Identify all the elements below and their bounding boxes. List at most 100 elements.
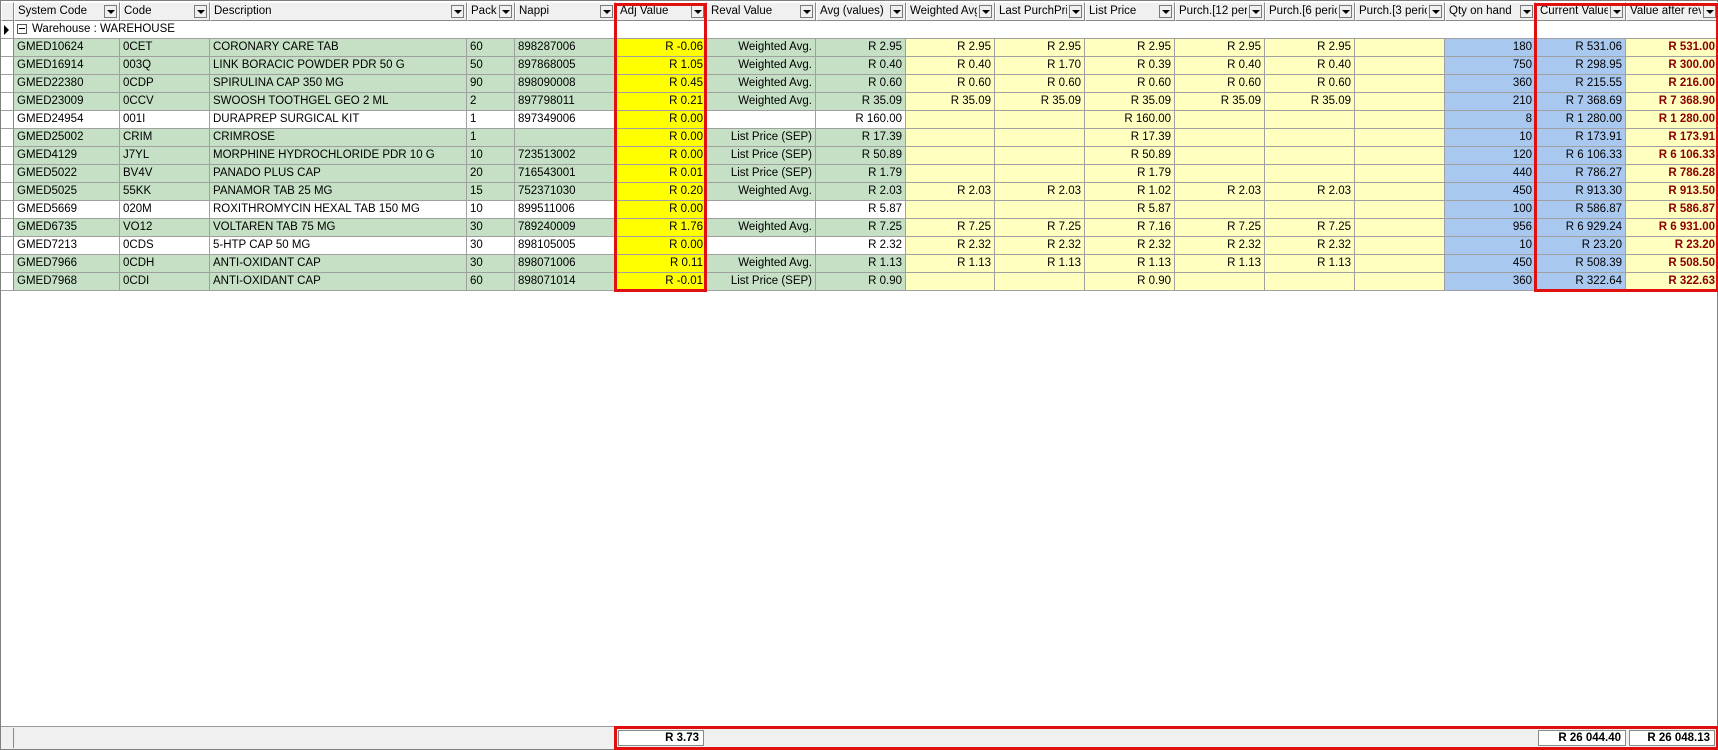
cell-purch-12[interactable]: R 0.40 bbox=[1175, 57, 1265, 75]
cell-purch-3[interactable] bbox=[1355, 219, 1445, 237]
cell-last-purch-price[interactable]: R 2.03 bbox=[995, 183, 1085, 201]
cell-weighted-avg[interactable]: R 0.60 bbox=[906, 75, 995, 93]
filter-dropdown-icon[interactable] bbox=[1520, 5, 1533, 18]
cell-reval-value[interactable]: Weighted Avg. bbox=[707, 255, 816, 273]
cell-last-purch-price[interactable]: R 1.13 bbox=[995, 255, 1085, 273]
filter-dropdown-icon[interactable] bbox=[800, 5, 813, 18]
row-selector[interactable] bbox=[1, 57, 14, 75]
cell-description[interactable]: LINK BORACIC POWDER PDR 50 G bbox=[210, 57, 467, 75]
cell-purch-12[interactable]: R 2.95 bbox=[1175, 39, 1265, 57]
cell-list-price[interactable]: R 7.16 bbox=[1085, 219, 1175, 237]
cell-reval-value[interactable]: Weighted Avg. bbox=[707, 219, 816, 237]
row-selector[interactable] bbox=[1, 201, 14, 219]
column-header-packs[interactable]: Packs bbox=[467, 2, 515, 21]
column-header-description[interactable]: Description bbox=[210, 2, 467, 21]
cell-nappi[interactable]: 898287006 bbox=[515, 39, 616, 57]
cell-list-price[interactable]: R 1.02 bbox=[1085, 183, 1175, 201]
cell-packs[interactable]: 30 bbox=[467, 237, 515, 255]
cell-code[interactable]: J7YL bbox=[120, 147, 210, 165]
cell-avg-values[interactable]: R 0.40 bbox=[816, 57, 906, 75]
cell-purch-3[interactable] bbox=[1355, 165, 1445, 183]
cell-nappi[interactable]: 898105005 bbox=[515, 237, 616, 255]
cell-packs[interactable]: 2 bbox=[467, 93, 515, 111]
cell-nappi[interactable]: 897349006 bbox=[515, 111, 616, 129]
cell-packs[interactable]: 30 bbox=[467, 219, 515, 237]
filter-dropdown-icon[interactable] bbox=[691, 5, 704, 18]
cell-list-price[interactable]: R 50.89 bbox=[1085, 147, 1175, 165]
table-row[interactable]: GMED25002 CRIM CRIMROSE 1 R 0.00 List Price (… bbox=[1, 129, 1718, 147]
cell-avg-values[interactable]: R 35.09 bbox=[816, 93, 906, 111]
cell-weighted-avg[interactable]: R 7.25 bbox=[906, 219, 995, 237]
cell-code[interactable]: 0CDH bbox=[120, 255, 210, 273]
cell-purch-12[interactable] bbox=[1175, 273, 1265, 291]
cell-value-after-reval[interactable]: R 7 368.90 bbox=[1626, 93, 1718, 111]
cell-avg-values[interactable]: R 1.13 bbox=[816, 255, 906, 273]
cell-adj-value[interactable]: R 0.00 bbox=[616, 237, 707, 255]
filter-dropdown-icon[interactable] bbox=[979, 5, 992, 18]
cell-qty-on-hand[interactable]: 956 bbox=[1445, 219, 1536, 237]
cell-last-purch-price[interactable] bbox=[995, 201, 1085, 219]
cell-adj-value[interactable]: R 0.20 bbox=[616, 183, 707, 201]
cell-purch-3[interactable] bbox=[1355, 75, 1445, 93]
cell-last-purch-price[interactable]: R 7.25 bbox=[995, 219, 1085, 237]
cell-last-purch-price[interactable] bbox=[995, 129, 1085, 147]
cell-purch-12[interactable]: R 2.03 bbox=[1175, 183, 1265, 201]
cell-weighted-avg[interactable]: R 2.03 bbox=[906, 183, 995, 201]
row-selector[interactable] bbox=[1, 183, 14, 201]
cell-qty-on-hand[interactable]: 360 bbox=[1445, 75, 1536, 93]
cell-packs[interactable]: 90 bbox=[467, 75, 515, 93]
cell-reval-value[interactable]: List Price (SEP) bbox=[707, 273, 816, 291]
cell-avg-values[interactable]: R 5.87 bbox=[816, 201, 906, 219]
cell-avg-values[interactable]: R 160.00 bbox=[816, 111, 906, 129]
cell-packs[interactable]: 1 bbox=[467, 111, 515, 129]
cell-description[interactable]: ANTI-OXIDANT CAP bbox=[210, 273, 467, 291]
cell-purch-6[interactable] bbox=[1265, 111, 1355, 129]
cell-nappi[interactable]: 897798011 bbox=[515, 93, 616, 111]
cell-purch-3[interactable] bbox=[1355, 255, 1445, 273]
cell-current-value[interactable]: R 913.30 bbox=[1536, 183, 1626, 201]
cell-list-price[interactable]: R 5.87 bbox=[1085, 201, 1175, 219]
filter-dropdown-icon[interactable] bbox=[1249, 5, 1262, 18]
cell-system-code[interactable]: GMED5022 bbox=[14, 165, 120, 183]
cell-qty-on-hand[interactable]: 450 bbox=[1445, 255, 1536, 273]
cell-purch-12[interactable] bbox=[1175, 147, 1265, 165]
cell-purch-3[interactable] bbox=[1355, 273, 1445, 291]
cell-avg-values[interactable]: R 2.03 bbox=[816, 183, 906, 201]
cell-purch-12[interactable]: R 1.13 bbox=[1175, 255, 1265, 273]
cell-purch-6[interactable] bbox=[1265, 165, 1355, 183]
cell-purch-3[interactable] bbox=[1355, 111, 1445, 129]
cell-list-price[interactable]: R 160.00 bbox=[1085, 111, 1175, 129]
cell-purch-6[interactable]: R 7.25 bbox=[1265, 219, 1355, 237]
cell-nappi[interactable]: 897868005 bbox=[515, 57, 616, 75]
cell-code[interactable]: 020M bbox=[120, 201, 210, 219]
cell-description[interactable]: PANADO PLUS CAP bbox=[210, 165, 467, 183]
cell-weighted-avg[interactable]: R 2.95 bbox=[906, 39, 995, 57]
cell-current-value[interactable]: R 6 929.24 bbox=[1536, 219, 1626, 237]
cell-list-price[interactable]: R 1.79 bbox=[1085, 165, 1175, 183]
cell-system-code[interactable]: GMED5669 bbox=[14, 201, 120, 219]
cell-purch-12[interactable] bbox=[1175, 111, 1265, 129]
column-header-nappi[interactable]: Nappi bbox=[515, 2, 616, 21]
cell-description[interactable]: SWOOSH TOOTHGEL GEO 2 ML bbox=[210, 93, 467, 111]
cell-value-after-reval[interactable]: R 913.50 bbox=[1626, 183, 1718, 201]
cell-last-purch-price[interactable]: R 1.70 bbox=[995, 57, 1085, 75]
cell-reval-value[interactable] bbox=[707, 201, 816, 219]
cell-value-after-reval[interactable]: R 531.00 bbox=[1626, 39, 1718, 57]
cell-list-price[interactable]: R 0.39 bbox=[1085, 57, 1175, 75]
cell-value-after-reval[interactable]: R 173.91 bbox=[1626, 129, 1718, 147]
cell-purch-3[interactable] bbox=[1355, 147, 1445, 165]
cell-avg-values[interactable]: R 50.89 bbox=[816, 147, 906, 165]
table-row[interactable]: GMED7966 0CDH ANTI-OXIDANT CAP 30 898071006 R… bbox=[1, 255, 1718, 273]
cell-current-value[interactable]: R 586.87 bbox=[1536, 201, 1626, 219]
cell-value-after-reval[interactable]: R 216.00 bbox=[1626, 75, 1718, 93]
cell-adj-value[interactable]: R 0.00 bbox=[616, 111, 707, 129]
cell-code[interactable]: 0CDS bbox=[120, 237, 210, 255]
cell-description[interactable]: ROXITHROMYCIN HEXAL TAB 150 MG bbox=[210, 201, 467, 219]
cell-system-code[interactable]: GMED22380 bbox=[14, 75, 120, 93]
column-header-reval-value[interactable]: Reval Value bbox=[707, 2, 816, 21]
cell-description[interactable]: SPIRULINA CAP 350 MG bbox=[210, 75, 467, 93]
table-row[interactable]: GMED6735 VO12 VOLTAREN TAB 75 MG 30 78924000… bbox=[1, 219, 1718, 237]
cell-adj-value[interactable]: R 0.00 bbox=[616, 147, 707, 165]
cell-reval-value[interactable] bbox=[707, 111, 816, 129]
cell-last-purch-price[interactable]: R 35.09 bbox=[995, 93, 1085, 111]
